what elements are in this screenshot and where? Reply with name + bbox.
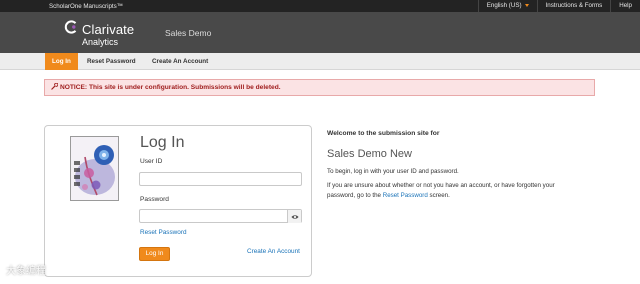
cover-illustration: [71, 137, 118, 200]
help-link[interactable]: Help: [610, 0, 640, 12]
watermark: 大象编程: [6, 266, 46, 277]
clarivate-logo-icon: [64, 20, 77, 34]
login-title: Log In: [140, 134, 185, 151]
login-panel: Log In User ID Password Reset Password L…: [44, 125, 312, 277]
help-text-end: screen.: [427, 191, 450, 199]
password-input[interactable]: [139, 209, 302, 223]
welcome-heading: Welcome to the submission site for: [327, 130, 440, 137]
tab-reset-password[interactable]: Reset Password: [87, 53, 136, 70]
eye-icon: [291, 214, 298, 219]
tab-log-in[interactable]: Log In: [45, 53, 78, 70]
reset-password-link[interactable]: Reset Password: [140, 229, 187, 236]
inline-reset-password-link[interactable]: Reset Password: [383, 192, 428, 199]
welcome-site-title: Sales Demo New: [327, 148, 412, 160]
logo-subtext: Analytics: [82, 37, 119, 47]
notice-text: NOTICE: This site is under configuration…: [60, 84, 281, 91]
create-account-link[interactable]: Create An Account: [247, 248, 300, 255]
instructions-forms-link[interactable]: Instructions & Forms: [536, 0, 611, 12]
welcome-help-text: If you are unsure about whether or not y…: [327, 181, 577, 200]
log-in-button[interactable]: Log In: [139, 247, 170, 261]
main-nav: Log In Reset Password Create An Account: [0, 53, 640, 70]
site-name: Sales Demo: [165, 28, 212, 38]
site-cover-image: [70, 136, 119, 201]
user-id-input[interactable]: [139, 172, 302, 186]
user-id-label: User ID: [140, 158, 163, 165]
welcome-instructions: To begin, log in with your user ID and p…: [327, 168, 459, 175]
top-utility-bar: ScholarOne Manuscripts™ English (US) Ins…: [0, 0, 640, 12]
site-header: Clarivate Analytics Sales Demo: [0, 12, 640, 53]
chevron-down-icon: [524, 3, 529, 7]
wrench-icon: [51, 83, 58, 90]
language-selector[interactable]: English (US): [477, 0, 537, 12]
show-password-button[interactable]: [287, 210, 301, 223]
logo-text: Clarivate: [82, 22, 135, 37]
password-label: Password: [140, 196, 169, 203]
language-label: English (US): [486, 2, 522, 9]
tab-create-account[interactable]: Create An Account: [152, 53, 208, 70]
top-links: English (US) Instructions & Forms Help: [477, 0, 640, 12]
product-brand: ScholarOne Manuscripts™: [49, 3, 123, 10]
configuration-notice: NOTICE: This site is under configuration…: [44, 79, 595, 96]
